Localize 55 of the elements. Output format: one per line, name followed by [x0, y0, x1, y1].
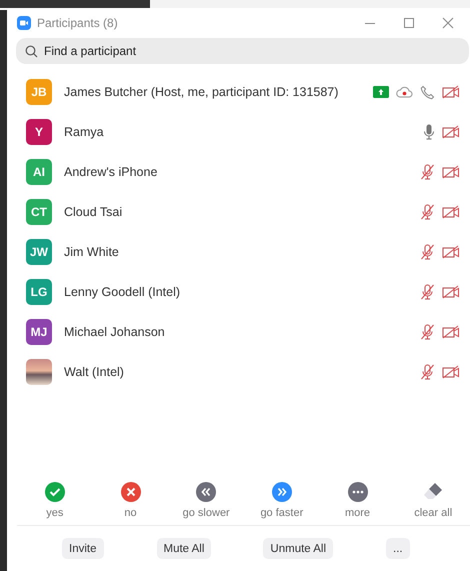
participant-name: Walt (Intel) [64, 365, 124, 379]
avatar: LG [26, 279, 52, 305]
participant-name: Cloud Tsai [64, 205, 122, 219]
avatar: JB [26, 79, 52, 105]
participant-name: Andrew's iPhone [64, 165, 158, 179]
more-icon [348, 482, 368, 502]
photo-placeholder [26, 359, 52, 385]
muted-microphone-icon [420, 204, 435, 220]
video-camera-logo-icon [17, 16, 31, 30]
reaction-button[interactable]: go slower [168, 482, 244, 519]
video-off-icon [442, 165, 460, 179]
reaction-button[interactable]: no [92, 482, 168, 519]
muted-microphone-icon [420, 284, 435, 300]
cross-icon [120, 482, 140, 502]
footer-button[interactable]: Mute All [156, 538, 212, 559]
microphone-icon [423, 124, 435, 140]
close-icon[interactable] [442, 17, 454, 29]
avatar: AI [26, 159, 52, 185]
video-off-icon [442, 365, 460, 379]
maximize-icon[interactable] [403, 17, 415, 29]
fast-forward-icon [272, 482, 292, 502]
checkmark-icon [44, 482, 65, 502]
phone-icon [420, 84, 435, 100]
avatar: JW [26, 239, 52, 265]
footer-button[interactable]: Unmute All [263, 538, 334, 559]
participant-name: Jim White [64, 245, 119, 259]
screen-share-icon [373, 86, 389, 98]
eraser-icon [423, 482, 444, 502]
reaction-button[interactable]: more [320, 482, 396, 519]
reaction-button[interactable]: go faster [244, 482, 320, 519]
muted-microphone-icon [420, 244, 435, 260]
search-field[interactable]: Find a participant [16, 38, 469, 64]
rewind-icon [196, 482, 216, 502]
muted-microphone-icon [420, 164, 435, 180]
muted-microphone-icon [420, 364, 435, 380]
participant-name: Lenny Goodell (Intel) [64, 285, 180, 299]
avatar: CT [26, 199, 52, 225]
footer-button[interactable]: ... [386, 538, 410, 559]
video-off-icon [442, 325, 460, 339]
reaction-button[interactable]: yes [17, 482, 93, 519]
avatar: Y [26, 119, 52, 145]
video-off-icon [442, 205, 460, 219]
footer-button[interactable]: Invite [62, 538, 104, 559]
video-off-icon [442, 85, 460, 99]
cloud-recording-icon [396, 86, 413, 98]
participant-name: Ramya [64, 125, 104, 139]
video-off-icon [442, 245, 460, 259]
video-off-icon [442, 125, 460, 139]
reaction-button[interactable]: clear all [395, 482, 470, 519]
muted-microphone-icon [420, 324, 435, 340]
avatar: MJ [26, 319, 52, 345]
video-off-icon [442, 285, 460, 299]
participant-name: Michael Johanson [64, 325, 165, 339]
participant-name: James Butcher (Host, me, participant ID: 131587) [64, 85, 338, 99]
window-title: Participants (8) [37, 16, 118, 30]
